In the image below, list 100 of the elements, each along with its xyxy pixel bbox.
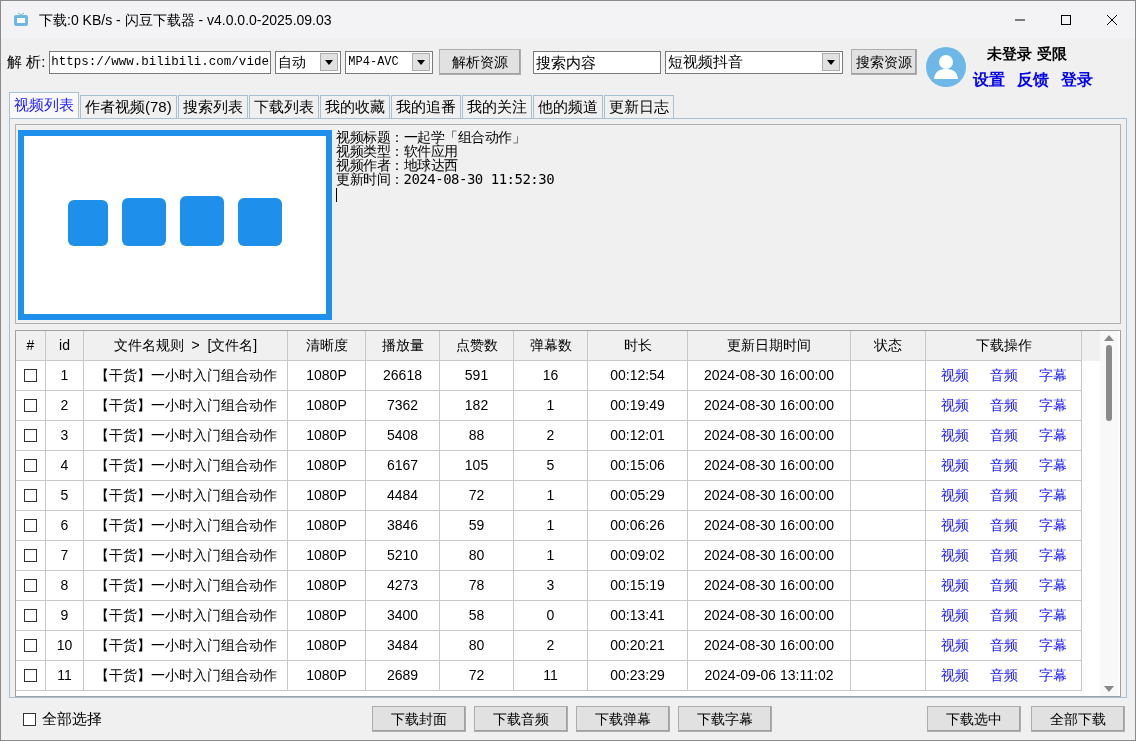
tab[interactable]: 更新日志 [603,95,674,118]
checkbox[interactable] [24,579,37,592]
table-cell: 16 [514,361,588,391]
table-cell: 【干货】一小时入门组合动作 [84,511,288,541]
account-link[interactable]: 设置 [973,67,1006,92]
download-link[interactable]: 音频 [989,515,1018,536]
download-link[interactable]: 音频 [989,395,1018,416]
download-link[interactable]: 字幕 [1038,425,1067,446]
account-link[interactable]: 反馈 [1017,67,1050,92]
download-link[interactable]: 字幕 [1038,545,1067,566]
download-link[interactable]: 视频 [940,425,969,446]
download-link[interactable]: 音频 [989,365,1018,386]
download-link[interactable]: 音频 [989,635,1018,656]
tab[interactable]: 我的收藏 [319,95,390,118]
account-link[interactable]: 登录 [1061,67,1094,92]
column-header[interactable]: 更新日期时间 [688,331,851,361]
column-header[interactable]: 播放量 [366,331,440,361]
download-link[interactable]: 字幕 [1038,665,1067,686]
action-button[interactable]: 全部下载 [1031,706,1125,732]
checkbox[interactable] [24,519,37,532]
table-cell: 5 [514,451,588,481]
download-link[interactable]: 视频 [940,545,969,566]
column-header[interactable]: 清晰度 [288,331,366,361]
download-link[interactable]: 视频 [940,515,969,536]
column-header[interactable]: 文件名规则 > [文件名] [84,331,288,361]
tab[interactable]: 他的频道 [532,95,603,118]
action-button[interactable]: 搜索资源 [851,49,918,75]
table-cell: 7362 [366,391,440,421]
checkbox[interactable] [24,549,37,562]
download-link[interactable]: 字幕 [1038,515,1067,536]
download-link[interactable]: 字幕 [1038,635,1067,656]
download-link[interactable]: 音频 [989,575,1018,596]
download-link[interactable]: 音频 [989,425,1018,446]
download-link[interactable]: 视频 [940,365,969,386]
checkbox[interactable] [24,489,37,502]
column-header[interactable]: 弹幕数 [514,331,588,361]
scrollbar[interactable] [1100,331,1118,696]
action-button[interactable]: 下载弹幕 [576,706,670,732]
action-button[interactable]: 解析资源 [439,49,522,75]
download-link[interactable]: 音频 [989,665,1018,686]
column-header[interactable]: 时长 [588,331,688,361]
download-link[interactable]: 字幕 [1038,605,1067,626]
search-field[interactable]: 搜索内容 [533,50,662,74]
download-link[interactable]: 字幕 [1038,575,1067,596]
maximize-icon [1061,15,1071,25]
checkbox[interactable] [24,459,37,472]
download-link[interactable]: 视频 [940,395,969,416]
checkbox[interactable] [24,369,37,382]
download-link[interactable]: 视频 [940,455,969,476]
scroll-up-icon[interactable] [1104,335,1114,341]
caret-icon [827,59,836,65]
tab[interactable]: 作者视频(78) [80,95,177,118]
action-button[interactable]: 下载字幕 [678,706,772,732]
table-cell: 80 [440,541,514,571]
column-header[interactable]: id [46,331,84,361]
tab[interactable]: 视频列表 [9,92,79,118]
column-header[interactable]: 点赞数 [440,331,514,361]
download-link[interactable]: 视频 [940,665,969,686]
download-link[interactable]: 视频 [940,575,969,596]
column-header[interactable]: 状态 [851,331,926,361]
platform-dropdown[interactable]: 短视频抖音 [665,50,844,74]
action-button[interactable]: 下载选中 [927,706,1021,732]
dropdown-button[interactable] [822,53,841,71]
tab[interactable]: 我的关注 [461,95,532,118]
table-cell: 【干货】一小时入门组合动作 [84,571,288,601]
download-link[interactable]: 音频 [989,605,1018,626]
dropdown-button[interactable] [412,53,431,71]
tab[interactable]: 搜索列表 [177,95,248,118]
download-link[interactable]: 字幕 [1038,365,1067,386]
select-all-label[interactable]: 全部选择 [42,707,102,731]
download-link[interactable]: 音频 [989,485,1018,506]
checkbox[interactable] [23,712,36,726]
download-link[interactable]: 视频 [940,635,969,656]
download-link[interactable]: 字幕 [1038,395,1067,416]
dropdown-button[interactable] [320,53,339,71]
tab[interactable]: 我的追番 [390,95,461,118]
download-link[interactable]: 字幕 [1038,455,1067,476]
url-field[interactable]: https://www.bilibili.com/vide [49,50,272,74]
table-cell: 【干货】一小时入门组合动作 [84,361,288,391]
table-cell: 1080P [288,511,366,541]
action-button[interactable]: 下载音频 [474,706,568,732]
format-dropdown[interactable]: MP4-AVC [345,50,434,74]
download-link[interactable]: 字幕 [1038,485,1067,506]
table-cell: 3484 [366,631,440,661]
checkbox[interactable] [24,669,37,682]
checkbox[interactable] [24,429,37,442]
download-link[interactable]: 音频 [989,545,1018,566]
scroll-down-icon[interactable] [1104,686,1114,692]
action-button[interactable]: 下载封面 [372,706,466,732]
column-header[interactable]: # [16,331,46,361]
table-cell: 591 [440,361,514,391]
quality-dropdown[interactable]: 自动 [275,50,342,74]
checkbox[interactable] [24,609,37,622]
download-link[interactable]: 视频 [940,485,969,506]
column-header[interactable]: 下载操作 [926,331,1082,361]
tab[interactable]: 下载列表 [248,95,319,118]
checkbox[interactable] [24,399,37,412]
checkbox[interactable] [24,639,37,652]
download-link[interactable]: 视频 [940,605,969,626]
download-link[interactable]: 音频 [989,455,1018,476]
